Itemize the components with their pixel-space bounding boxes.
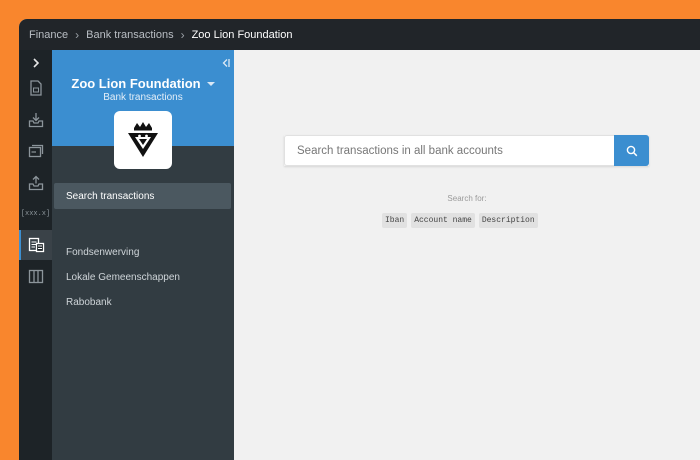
breadcrumb: Finance › Bank transactions › Zoo Lion F… (19, 19, 700, 50)
search-icon (626, 145, 637, 156)
nav-item-lokale-gemeenschappen[interactable]: Lokale Gemeenschappen (66, 272, 180, 283)
breadcrumb-item-bank-transactions[interactable]: Bank transactions (86, 29, 173, 41)
search-field-chips: Iban Account name Description (382, 213, 538, 228)
collapse-panel-button[interactable] (221, 55, 230, 73)
search-input[interactable] (284, 135, 614, 166)
org-switcher[interactable]: Zoo Lion Foundation (52, 76, 234, 91)
document-icon (29, 80, 42, 96)
bank-transactions-icon (28, 237, 45, 253)
rail-item-iban[interactable]: [xxx.x] (19, 199, 52, 229)
cards-icon (28, 144, 43, 157)
chip-iban: Iban (382, 213, 408, 228)
inbox-download-icon (28, 113, 43, 128)
org-subtitle: Bank transactions (103, 92, 183, 103)
rail-toggle-button[interactable] (19, 52, 52, 74)
chevron-right-icon (32, 58, 39, 68)
nav-item-rabobank[interactable]: Rabobank (66, 297, 112, 308)
org-title: Zoo Lion Foundation (71, 76, 201, 91)
breadcrumb-separator: › (75, 27, 80, 42)
lion-crown-logo (128, 122, 158, 157)
breadcrumb-item-current: Zoo Lion Foundation (191, 28, 293, 41)
app-window: Finance › Bank transactions › Zoo Lion F… (19, 19, 700, 460)
rail-item-bank-transactions[interactable] (19, 230, 52, 260)
rail-item-columns[interactable] (19, 261, 52, 291)
breadcrumb-item-finance[interactable]: Finance (29, 29, 68, 41)
chip-account-name: Account name (411, 213, 475, 228)
rail-item-cards[interactable] (19, 136, 52, 166)
nav-item-label: Search transactions (66, 190, 155, 202)
iban-brackets-icon: [xxx.x] (20, 210, 51, 218)
main-content: Search for: Iban Account name Descriptio… (234, 50, 700, 460)
collapse-left-icon (222, 59, 230, 67)
nav-item-fondsenwerving[interactable]: Fondsenwerving (66, 247, 139, 258)
side-panel: Zoo Lion Foundation Bank transactions Se… (52, 50, 234, 460)
org-logo (114, 111, 172, 169)
rail-item-documents[interactable] (19, 73, 52, 103)
rail-item-outbox[interactable] (19, 168, 52, 198)
caret-down-icon (206, 82, 215, 86)
chip-description: Description (478, 213, 538, 228)
breadcrumb-separator: › (180, 27, 185, 42)
search-bar (284, 135, 649, 166)
search-button[interactable] (614, 135, 649, 166)
rail-item-inbox[interactable] (19, 105, 52, 135)
outbox-upload-icon (28, 175, 43, 191)
columns-icon (28, 269, 43, 283)
search-for-label: Search for: (447, 194, 487, 203)
icon-rail: [xxx.x] (19, 50, 52, 460)
nav-item-search-transactions[interactable]: Search transactions (54, 183, 231, 209)
